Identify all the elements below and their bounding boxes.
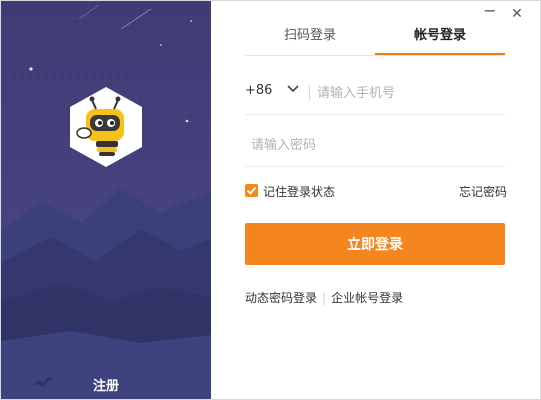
tab-qr-login[interactable]: 扫码登录 — [245, 25, 375, 53]
chevron-down-icon — [287, 85, 299, 93]
checkmark-icon — [246, 186, 257, 195]
country-code-value: +86 — [245, 83, 273, 98]
close-button[interactable]: ✕ — [508, 5, 526, 23]
alternate-login-links: 动态密码登录 | 企业帐号登录 — [245, 289, 403, 306]
bee-mascot-icon — [64, 85, 148, 169]
checkbox-checked[interactable] — [245, 184, 258, 197]
remember-label: 记住登录状态 — [263, 185, 336, 199]
mountain-night-scene — [1, 1, 211, 399]
login-window: 注册 − ✕ 扫码登录 帐号登录 +86 请输入手机号 记住登录状态 忘记密码 … — [0, 0, 541, 400]
dynamic-password-login-link[interactable]: 动态密码登录 — [245, 291, 317, 305]
minimize-button[interactable]: − — [481, 3, 499, 23]
login-panel: − ✕ 扫码登录 帐号登录 +86 请输入手机号 记住登录状态 忘记密码 立即登… — [211, 1, 540, 399]
login-button[interactable]: 立即登录 — [245, 223, 505, 265]
register-link[interactable]: 注册 — [1, 375, 211, 394]
tab-account-login[interactable]: 帐号登录 — [375, 25, 505, 53]
phone-field: +86 — [245, 69, 505, 115]
password-field — [245, 121, 505, 167]
forgot-password-link[interactable]: 忘记密码 — [459, 183, 507, 200]
country-code-select[interactable]: +86 — [245, 83, 299, 98]
login-tabs: 扫码登录 帐号登录 — [245, 25, 505, 56]
enterprise-account-login-link[interactable]: 企业帐号登录 — [331, 291, 403, 305]
field-separator — [309, 85, 310, 101]
active-tab-indicator — [375, 53, 505, 55]
phone-input[interactable] — [317, 83, 503, 103]
link-divider: | — [322, 291, 327, 305]
password-input[interactable] — [251, 135, 501, 155]
left-panel: 注册 — [1, 1, 211, 399]
